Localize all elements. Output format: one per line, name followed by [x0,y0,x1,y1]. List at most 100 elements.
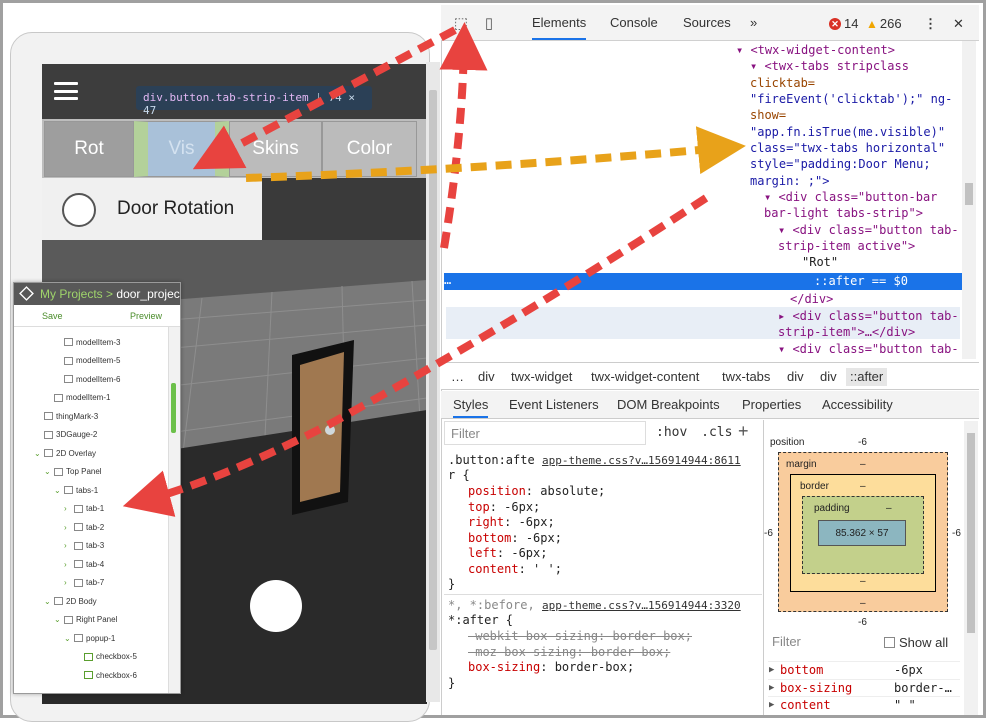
css-declaration[interactable]: box-sizing: border-box; [468,660,634,676]
tree-item[interactable]: › tab-4 [14,555,180,574]
rule2-selector[interactable]: *, *:before, [448,598,535,614]
computed-filter-input[interactable]: Filter [772,634,801,649]
dom-line[interactable]: ▾ <twx-tabs stripclass [750,58,909,74]
rule2-source-link[interactable]: app-theme.css?v…156914944:3320 [542,598,741,614]
tree-item[interactable]: ⌄ 2D Body [14,592,180,611]
breadcrumb-item-current[interactable]: ::after [846,368,888,386]
dom-line[interactable]: ▾ <twx-widget-content> [736,42,895,58]
subtab-event-listeners[interactable]: Event Listeners [509,397,599,412]
tree-item[interactable]: › tab-2 [14,518,180,537]
css-value[interactable]: absolute; [540,484,605,498]
tree-scrollbar-track[interactable] [168,327,180,693]
subtab-properties[interactable]: Properties [742,397,801,412]
css-declaration[interactable]: -webkit-box-sizing: border-box; [468,629,692,645]
tree-item[interactable]: ⌄ Right Panel [14,611,180,630]
breadcrumb-item[interactable]: div [820,369,837,384]
breadcrumb-item[interactable]: div [478,369,495,384]
subtab-styles[interactable]: Styles [453,397,489,418]
tab-vis[interactable]: Vis [134,121,229,177]
breadcrumb-item[interactable]: twx-tabs [722,369,770,384]
tree-item[interactable]: › tab-7 [14,574,180,593]
dom-line[interactable]: ▾ <div class="button-bar [764,189,937,205]
css-property[interactable]: right [468,515,504,529]
css-declaration[interactable]: -moz-box-sizing: border-box; [468,645,670,661]
dom-line[interactable]: ▾ <div class="button tab- [778,341,959,357]
css-declaration[interactable]: top: -6px; [468,500,540,516]
dom-scrollbar[interactable] [962,41,976,359]
css-declaration[interactable]: position: absolute; [468,484,605,500]
tree-item[interactable]: ⌄ popup-1 [14,629,180,648]
dom-line[interactable]: bar-light tabs-strip"> [764,205,923,221]
breadcrumb-my-projects[interactable]: My Projects [40,287,103,301]
more-tabs-icon[interactable]: » [750,15,757,30]
css-property[interactable]: box-sizing [468,660,540,674]
hov-toggle[interactable]: :hov [656,425,687,440]
tree-caret-icon[interactable]: ⌄ [64,634,74,643]
css-property[interactable]: -webkit-box-sizing [468,629,598,643]
tab-color[interactable]: Color [322,121,417,177]
css-property[interactable]: content [468,562,519,576]
dom-line[interactable]: style="padding:Door Menu; [750,156,931,172]
css-declaration[interactable]: right: -6px; [468,515,555,531]
tree-item[interactable]: ⌄ 2D Overlay [14,444,180,463]
tree-item[interactable]: 3DGauge-2 [14,426,180,445]
device-toolbar-icon[interactable]: ▯ [479,13,499,33]
css-value[interactable]: -6px; [526,531,562,545]
hamburger-menu-icon[interactable] [54,82,78,100]
expand-triangle-icon[interactable]: ▶ [769,697,774,715]
css-value[interactable]: -6px; [504,500,540,514]
expand-triangle-icon[interactable]: ▶ [769,662,774,680]
new-style-rule-icon[interactable]: + [738,421,749,442]
devtools-menu-icon[interactable]: ⋮ [924,16,937,32]
dom-line[interactable]: margin: ;"> [750,173,829,189]
tree-item[interactable]: › tab-1 [14,500,180,519]
css-declaration[interactable]: left: -6px; [468,546,547,562]
dom-line[interactable]: "Rot" [802,254,838,270]
tree-item[interactable]: checkbox-5 [14,648,180,667]
dom-line[interactable]: "app.fn.isTrue(me.visible)" [750,124,945,140]
css-property[interactable]: position [468,484,526,498]
tree-item[interactable]: › tab-3 [14,537,180,556]
dom-line[interactable]: strip-item active"> [778,238,915,254]
dom-line[interactable]: "fireEvent('clicktab');" ng- [750,91,952,107]
expand-triangle-icon[interactable]: ▶ [769,680,774,698]
rule1-source-link[interactable]: app-theme.css?v…156914944:8611 [542,453,741,469]
dom-line[interactable]: strip-item">…</div> [778,324,915,340]
tree-caret-icon[interactable]: ⌄ [54,615,64,624]
styles-filter-input[interactable]: Filter [444,421,646,445]
warning-counter[interactable]: ▲ 266 [866,16,902,31]
dom-line[interactable]: </div> [790,291,833,307]
tree-caret-icon[interactable]: › [64,523,74,532]
css-declaration[interactable]: content: ' '; [468,562,562,578]
preview-button[interactable]: Preview [130,311,162,326]
tree-item[interactable]: thingMark-3 [14,407,180,426]
css-value[interactable]: border-box; [555,660,634,674]
dom-line[interactable]: ▾ <div class="button tab- [778,222,959,238]
tree-caret-icon[interactable]: › [64,560,74,569]
css-property[interactable]: -moz-box-sizing [468,645,576,659]
pane-divider[interactable] [763,420,764,715]
css-property[interactable]: left [468,546,497,560]
tree-item[interactable]: ⌄ Top Panel [14,463,180,482]
tree-caret-icon[interactable]: ⌄ [44,467,54,476]
show-all-checkbox[interactable]: Show all [884,635,948,650]
preview-scrollbar[interactable] [426,62,440,702]
tree-caret-icon[interactable]: › [64,541,74,550]
tab-skins[interactable]: Skins [229,121,322,177]
dom-line[interactable]: show= [750,107,786,123]
tree-caret-icon[interactable]: › [64,578,74,587]
subtab-dom-breakpoints[interactable]: DOM Breakpoints [617,397,720,412]
cls-toggle[interactable]: .cls [701,425,732,440]
tab-console[interactable]: Console [610,15,658,30]
subtab-accessibility[interactable]: Accessibility [822,397,893,412]
computed-scrollbar[interactable] [964,421,978,715]
rule1-selector[interactable]: .button:afte [448,453,535,469]
tree-item[interactable]: modelItem-1 [14,389,180,408]
breadcrumb-item[interactable]: twx-widget-content [591,369,699,384]
css-value[interactable]: border-box; [613,629,692,643]
tree-caret-icon[interactable]: ⌄ [34,449,44,458]
css-property[interactable]: top [468,500,490,514]
dom-line[interactable]: clicktab= [750,75,815,91]
save-button[interactable]: Save [42,311,63,326]
tree-caret-icon[interactable]: ⌄ [54,486,64,495]
